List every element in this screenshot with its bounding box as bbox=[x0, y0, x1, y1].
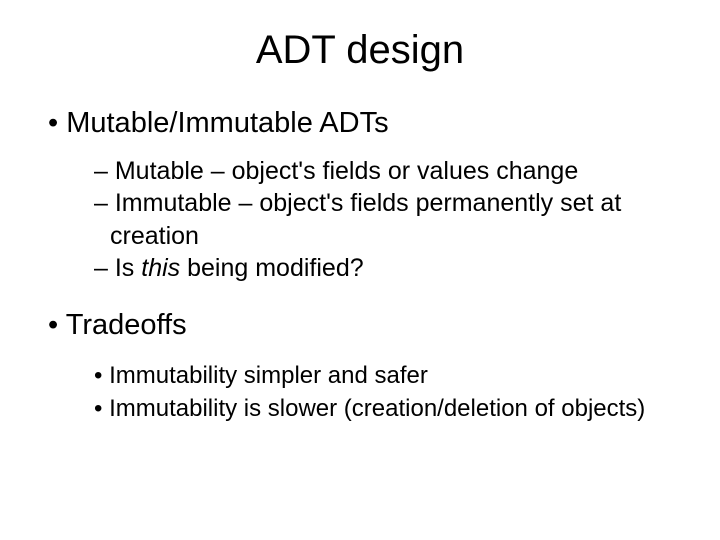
section-tradeoffs: Tradeoffs Immutability simpler and safer… bbox=[42, 307, 678, 425]
sub-item-mutable: Mutable – object's fields or values chan… bbox=[94, 155, 678, 188]
text-suffix: being modified? bbox=[180, 254, 363, 282]
sub-item-immutable: Immutable – object's fields permanently … bbox=[94, 187, 678, 252]
bullet-heading-tradeoffs: Tradeoffs bbox=[48, 307, 678, 345]
slide-title: ADT design bbox=[42, 28, 678, 73]
bullet-heading-mutable: Mutable/Immutable ADTs bbox=[48, 105, 678, 143]
text-italic-this: this bbox=[141, 254, 180, 282]
text-prefix: Is bbox=[115, 254, 141, 282]
sub-item-slower: Immutability is slower (creation/deletio… bbox=[94, 393, 678, 425]
section-mutable-immutable: Mutable/Immutable ADTs Mutable – object'… bbox=[42, 105, 678, 285]
sub-item-simpler: Immutability simpler and safer bbox=[94, 360, 678, 392]
sub-item-is-this: Is this being modified? bbox=[94, 252, 678, 285]
